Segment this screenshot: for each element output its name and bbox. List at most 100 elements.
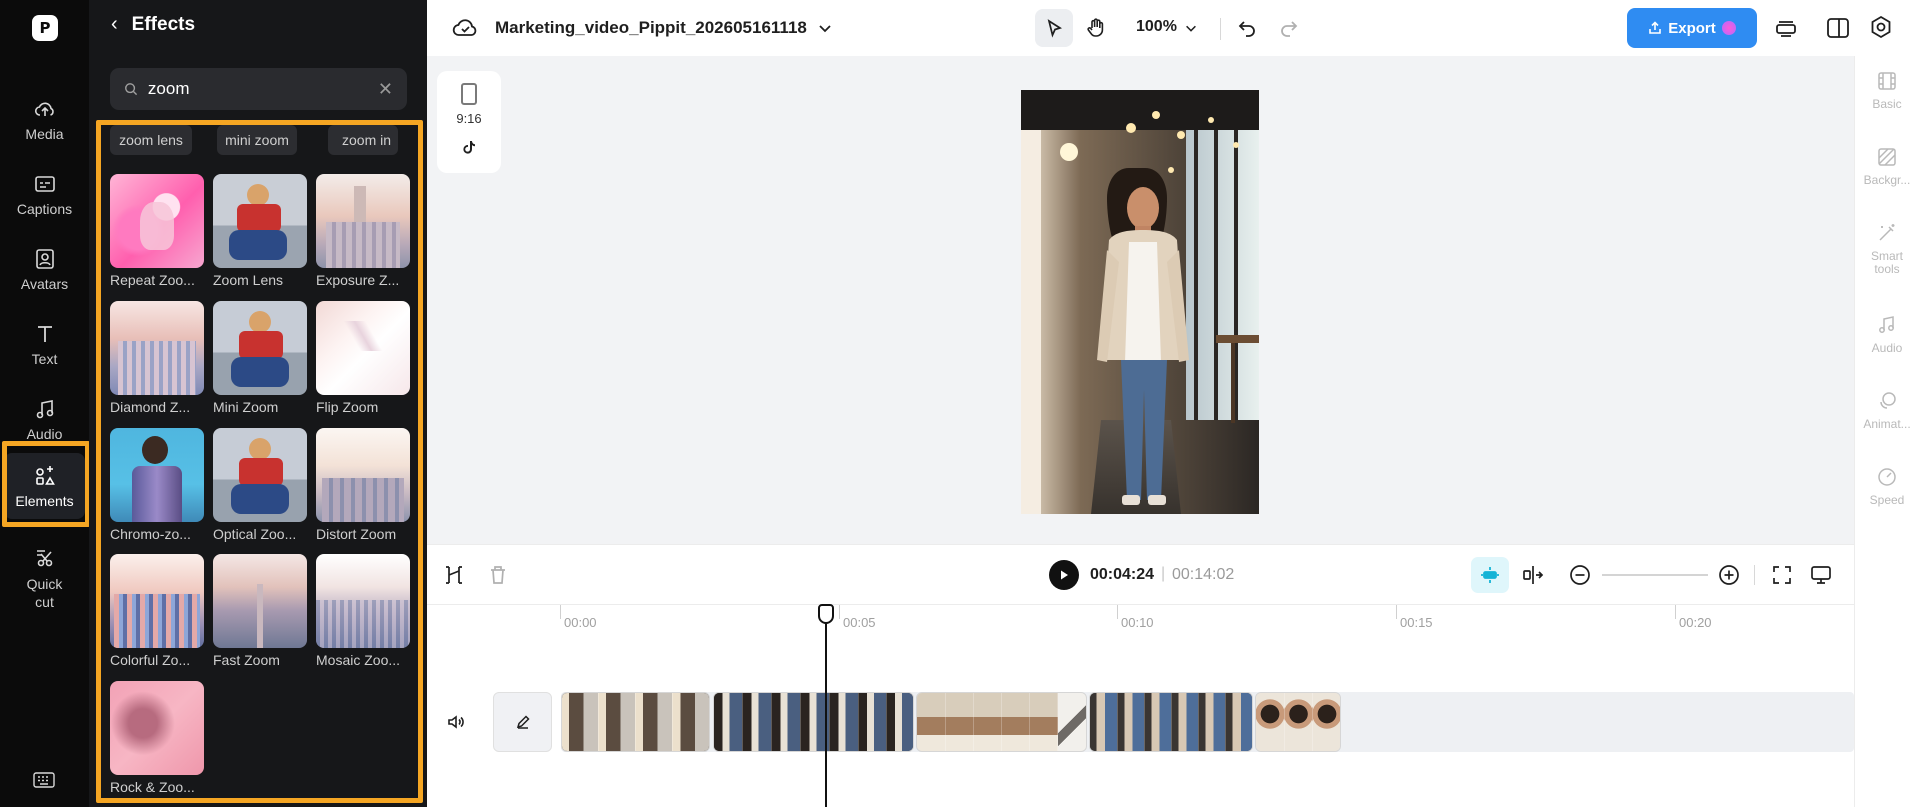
- effects-search-input[interactable]: [147, 79, 368, 99]
- rail-item-audio[interactable]: Audio: [4, 386, 85, 452]
- suggestion-chip-zoom-lens[interactable]: zoom lens: [110, 125, 192, 155]
- effect-thumbnail: [110, 301, 204, 395]
- chevron-down-icon[interactable]: [817, 20, 833, 36]
- ruler-label: 00:00: [564, 615, 597, 630]
- settings-gear-icon[interactable]: [1867, 14, 1895, 42]
- edit-cover-button[interactable]: [493, 692, 552, 752]
- background-pattern-icon: [1878, 148, 1896, 166]
- prop-audio[interactable]: Audio: [1855, 314, 1918, 355]
- effect-label: Rock & Zoo...: [110, 779, 195, 795]
- effect-label: Repeat Zoo...: [110, 272, 195, 288]
- effect-tile-mini-zoom[interactable]: Mini Zoom: [213, 301, 307, 415]
- zoom-out-icon[interactable]: [1567, 562, 1593, 588]
- top-toolbar: Marketing_video_Pippit_202605161118 100%…: [427, 0, 1918, 56]
- prop-label: Basic: [1872, 97, 1902, 111]
- prop-speed[interactable]: Speed: [1855, 466, 1918, 507]
- properties-rail: Basic Backgr... Smart tools Audio Animat…: [1854, 56, 1918, 807]
- search-icon: [125, 83, 138, 96]
- effect-thumbnail: [213, 554, 307, 648]
- zoom-in-icon[interactable]: [1716, 562, 1742, 588]
- rail-item-captions[interactable]: Captions: [4, 161, 85, 227]
- effect-thumbnail: [110, 174, 204, 268]
- timeline-ruler[interactable]: 00:00 00:05 00:10 00:15 00:20: [427, 605, 1854, 635]
- timeline-clip-2[interactable]: [713, 692, 914, 752]
- timeline-clip-5[interactable]: [1255, 692, 1341, 752]
- effects-panel: ‹ Effects ✕ zoom lens mini zoom zoom in …: [89, 0, 427, 807]
- zoom-chevron-down-icon[interactable]: [1184, 21, 1198, 35]
- effect-tile-chromo-zoom[interactable]: Chromo-zo...: [110, 428, 204, 542]
- effect-tile-optical-zoom[interactable]: Optical Zoo...: [213, 428, 307, 542]
- project-name[interactable]: Marketing_video_Pippit_202605161118: [495, 18, 807, 38]
- elements-icon: [35, 465, 55, 485]
- rail-item-avatars[interactable]: Avatars: [4, 236, 85, 302]
- select-tool-button[interactable]: [1035, 9, 1073, 47]
- effect-thumbnail: [213, 174, 307, 268]
- timeline-playhead[interactable]: [825, 604, 827, 807]
- suggestion-chip-mini-zoom[interactable]: mini zoom: [217, 125, 297, 155]
- avatar-icon: [35, 248, 54, 269]
- effect-tile-distort-zoom[interactable]: Distort Zoom: [316, 428, 410, 542]
- rail-item-quick-cut[interactable]: Quick cut: [4, 538, 85, 618]
- effect-tile-diamond-zoom[interactable]: Diamond Z...: [110, 301, 204, 415]
- cloud-save-icon[interactable]: [452, 16, 478, 38]
- canvas-zoom-level[interactable]: 100%: [1136, 18, 1177, 36]
- aspect-ratio-card[interactable]: 9:16: [437, 71, 501, 173]
- prop-animation[interactable]: Animat...: [1855, 390, 1918, 431]
- undo-icon[interactable]: [1235, 15, 1259, 39]
- export-button[interactable]: Export: [1627, 8, 1757, 48]
- effect-label: Chromo-zo...: [110, 526, 191, 542]
- panel-layout-icon[interactable]: [1824, 14, 1852, 42]
- text-icon: [37, 325, 52, 342]
- magic-wand-icon: [1879, 224, 1895, 241]
- timeline-clip-1[interactable]: [561, 692, 710, 752]
- effect-tile-flip-zoom[interactable]: Flip Zoom: [316, 301, 410, 415]
- back-chevron-icon[interactable]: ‹: [111, 13, 118, 36]
- effect-label: Zoom Lens: [213, 272, 284, 288]
- effect-tile-colorful-zoom[interactable]: Colorful Zo...: [110, 554, 204, 668]
- prop-smart-tools[interactable]: Smart tools: [1855, 222, 1918, 276]
- keyboard-shortcuts-icon[interactable]: [33, 772, 55, 788]
- prop-basic[interactable]: Basic: [1855, 70, 1918, 111]
- video-preview-frame[interactable]: [1021, 90, 1259, 514]
- timeline-clip-4[interactable]: [1089, 692, 1253, 752]
- rail-item-media[interactable]: Media: [4, 86, 85, 152]
- rail-item-elements[interactable]: Elements: [4, 453, 85, 519]
- timeline-zoom-slider[interactable]: [1602, 574, 1708, 576]
- tiktok-icon[interactable]: [462, 140, 476, 154]
- preview-monitor-icon[interactable]: [1808, 562, 1834, 588]
- prop-background[interactable]: Backgr...: [1855, 146, 1918, 187]
- timeline-clip-3[interactable]: [916, 692, 1087, 752]
- effect-tile-exposure-zoom[interactable]: Exposure Z...: [316, 174, 410, 288]
- rail-item-label: Captions: [16, 200, 73, 217]
- snap-toggle-button[interactable]: [1471, 557, 1509, 593]
- effect-label: Flip Zoom: [316, 399, 379, 415]
- play-button[interactable]: [1049, 560, 1079, 590]
- hand-icon: [1087, 18, 1104, 37]
- panel-header: ‹ Effects: [111, 13, 195, 36]
- hand-tool-button[interactable]: [1077, 9, 1115, 47]
- suggestion-chip-zoom-in[interactable]: zoom in: [328, 125, 398, 155]
- fullscreen-icon[interactable]: [1769, 562, 1795, 588]
- clear-search-icon[interactable]: ✕: [378, 79, 393, 100]
- rail-item-text[interactable]: Text: [4, 311, 85, 377]
- ruler-tick: [560, 605, 561, 619]
- effect-tile-repeat-zoom[interactable]: Repeat Zoo...: [110, 174, 204, 288]
- redo-icon[interactable]: [1277, 15, 1301, 39]
- total-duration: 00:14:02: [1172, 566, 1235, 583]
- split-trim-icon[interactable]: [441, 562, 467, 588]
- app-logo-icon[interactable]: P: [32, 15, 58, 41]
- effect-tile-rock-zoom[interactable]: Rock & Zoo...: [110, 681, 204, 795]
- track-volume-icon[interactable]: [446, 712, 466, 732]
- effect-tile-mosaic-zoom[interactable]: Mosaic Zoo...: [316, 554, 410, 668]
- effect-tile-zoom-lens[interactable]: Zoom Lens: [213, 174, 307, 288]
- effects-search-box[interactable]: ✕: [110, 68, 407, 110]
- effect-tile-fast-zoom[interactable]: Fast Zoom: [213, 554, 307, 668]
- prop-label: Smart tools: [1870, 249, 1903, 276]
- ruler-label: 00:20: [1679, 615, 1712, 630]
- rail-item-label: Avatars: [20, 275, 69, 292]
- split-clip-icon[interactable]: [1520, 562, 1546, 588]
- playhead-handle[interactable]: [818, 604, 834, 624]
- layers-stack-icon[interactable]: [1772, 14, 1800, 42]
- delete-trash-icon[interactable]: [485, 562, 511, 588]
- prop-label: Backgr...: [1863, 173, 1911, 187]
